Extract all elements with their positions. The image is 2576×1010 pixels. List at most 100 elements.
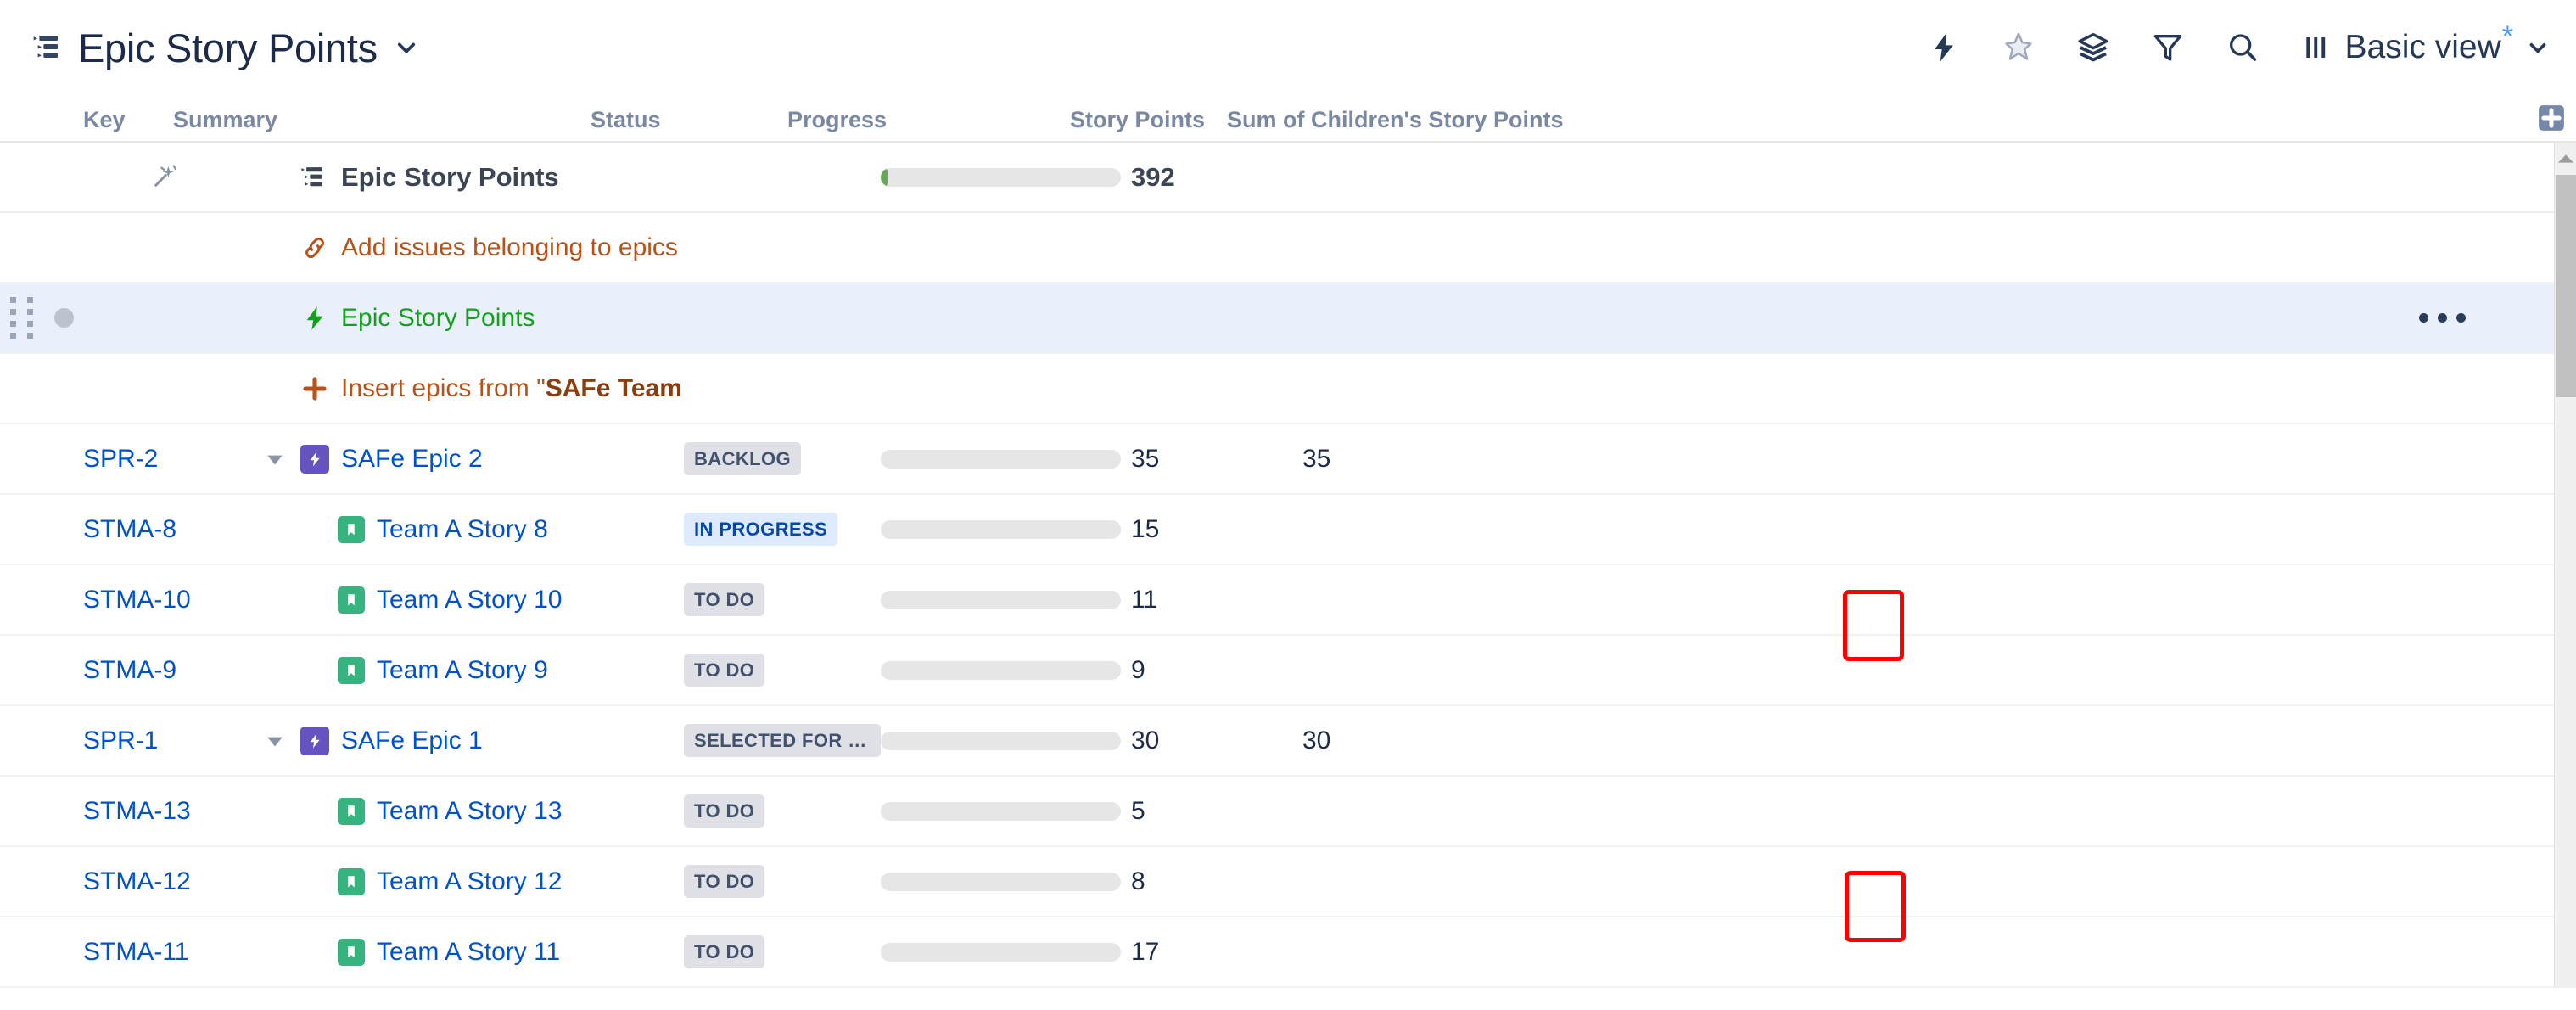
issue-key-link[interactable]: STMA-12 [83,867,249,896]
row-summary[interactable]: Epic Story Points [341,304,535,333]
sum-children-cell: 35 [1287,445,1677,474]
summary-cell[interactable]: Team A Story 12 [300,867,684,896]
row-summary[interactable]: Team A Story 9 [377,656,548,685]
summary-cell[interactable]: Epic Story Points [300,304,684,333]
story-points-value: 17 [1131,938,1159,967]
issue-key-link[interactable]: SPR-2 [83,445,249,474]
layers-icon[interactable] [2074,28,2113,67]
drag-handle-icon[interactable] [10,297,36,339]
summary-cell[interactable]: Team A Story 11 [300,938,684,967]
column-header-progress[interactable]: Progress [787,107,957,141]
row-summary[interactable]: Team A Story 11 [377,938,560,967]
more-options-icon[interactable] [2419,313,2466,323]
column-header-key[interactable]: Key [0,107,166,141]
row-summary[interactable]: SAFe Epic 1 [341,727,483,755]
status-cell[interactable]: TO DO [684,935,881,968]
summary-cell[interactable]: Team A Story 8 [300,515,684,544]
status-cell[interactable]: SELECTED FOR DEVELO... [684,724,881,757]
row-summary[interactable]: SAFe Epic 2 [341,445,483,474]
page-title-dropdown[interactable]: Epic Story Points [32,25,418,71]
insert-epics-prefix: Insert epics from " [341,374,546,402]
issue-key-link[interactable]: STMA-11 [83,938,249,967]
status-badge: IN PROGRESS [684,513,837,546]
table-row-total[interactable]: Epic Story Points 392 [0,143,2576,213]
add-column-icon[interactable] [2537,104,2566,132]
table-row[interactable]: STMA-12 Team A Story 12 TO DO 8 [0,847,2576,917]
summary-cell[interactable]: Add issues belonging to epics [300,233,684,262]
view-selector[interactable]: Basic view* [2301,29,2549,66]
status-cell[interactable]: TO DO [684,654,881,687]
row-summary[interactable]: Team A Story 12 [377,867,562,896]
lightning-icon[interactable] [1924,28,1963,67]
story-points-cell[interactable]: 392 [1121,162,1287,193]
search-icon[interactable] [2223,28,2262,67]
status-cell[interactable]: BACKLOG [684,442,881,475]
table-row[interactable]: STMA-10 Team A Story 10 TO DO 11 [0,565,2576,636]
table-row[interactable]: STMA-9 Team A Story 9 TO DO 9 [0,636,2576,706]
row-summary[interactable]: Team A Story 13 [377,797,562,826]
status-badge: TO DO [684,935,764,968]
progress-bar [881,873,1121,891]
column-header-story-points[interactable]: Story Points [957,107,1212,141]
column-header-sum-children[interactable]: Sum of Children's Story Points [1212,107,1588,141]
story-points-cell[interactable]: 9 [1121,656,1287,685]
view-name: Basic view [2345,29,2501,65]
table-row[interactable]: STMA-13 Team A Story 13 TO DO 5 [0,777,2576,847]
header-toolbar [1924,28,2262,67]
row-expander-icon[interactable] [249,448,300,470]
progress-cell [881,591,1121,609]
progress-bar [881,591,1121,609]
story-points-value: 8 [1131,867,1145,896]
issue-key-link[interactable]: SPR-1 [83,727,249,755]
table-row[interactable]: SPR-2 SAFe Epic 2 BACKLOG 35 35 [0,424,2576,495]
structure-icon [300,163,329,192]
magic-wand-icon[interactable] [83,160,249,194]
scrollbar-thumb[interactable] [2556,175,2576,397]
story-points-cell[interactable]: 8 [1121,867,1287,896]
row-summary[interactable]: Team A Story 10 [377,586,562,614]
status-cell[interactable]: TO DO [684,583,881,616]
filter-icon[interactable] [2148,28,2187,67]
column-header-summary[interactable]: Summary [166,107,591,141]
table-row-insert-epics[interactable]: Insert epics from "SAFe Team A Scrum" [0,354,2576,424]
issue-key-link[interactable]: STMA-9 [83,656,249,685]
table-row[interactable]: STMA-8 Team A Story 8 IN PROGRESS 15 [0,495,2576,565]
columns-icon [2301,32,2332,63]
pin-icon[interactable] [1999,28,2038,67]
summary-cell[interactable]: Insert epics from "SAFe Team A Scrum" [300,374,684,403]
table-row-add-issues[interactable]: Add issues belonging to epics [0,213,2576,283]
row-expander-icon[interactable] [249,730,300,752]
column-header-status[interactable]: Status [591,107,787,141]
vertical-scrollbar[interactable] [2554,143,2576,988]
status-cell[interactable]: IN PROGRESS [684,513,881,546]
status-badge: TO DO [684,865,764,898]
table-row-epic-story-points-generator[interactable]: Epic Story Points [0,283,2576,354]
summary-cell[interactable]: Team A Story 9 [300,656,684,685]
issue-key-link[interactable]: STMA-13 [83,797,249,826]
chevron-down-icon[interactable] [2527,36,2549,59]
summary-cell[interactable]: Team A Story 10 [300,586,684,614]
row-summary[interactable]: Insert epics from "SAFe Team A Scrum" [341,374,684,403]
story-points-cell[interactable]: 11 [1121,586,1287,614]
status-cell[interactable]: TO DO [684,865,881,898]
story-points-cell[interactable]: 17 [1121,938,1287,967]
table-row[interactable]: STMA-11 Team A Story 11 TO DO 17 [0,917,2576,988]
issue-key-link[interactable]: STMA-10 [83,586,249,614]
story-points-cell[interactable]: 15 [1121,515,1287,544]
summary-cell[interactable]: Team A Story 13 [300,797,684,826]
chevron-down-icon[interactable] [389,36,418,59]
story-points-cell[interactable]: 30 [1121,727,1287,755]
summary-cell[interactable]: SAFe Epic 2 [300,445,684,474]
table-row[interactable]: SPR-1 SAFe Epic 1 SELECTED FOR DEVELO...… [0,706,2576,777]
issue-table-body: Epic Story Points 392 Add iss [0,143,2576,988]
scroll-up-arrow-icon[interactable] [2555,143,2576,175]
row-summary[interactable]: Team A Story 8 [377,515,548,544]
story-points-cell[interactable]: 5 [1121,797,1287,826]
story-points-cell[interactable]: 35 [1121,445,1287,474]
issue-key-link[interactable]: STMA-8 [83,515,249,544]
story-points-value: 15 [1131,515,1159,544]
status-cell[interactable]: TO DO [684,794,881,828]
row-summary[interactable]: Add issues belonging to epics [341,233,678,262]
summary-cell[interactable]: SAFe Epic 1 [300,727,684,755]
row-handle-cell[interactable] [0,297,83,339]
